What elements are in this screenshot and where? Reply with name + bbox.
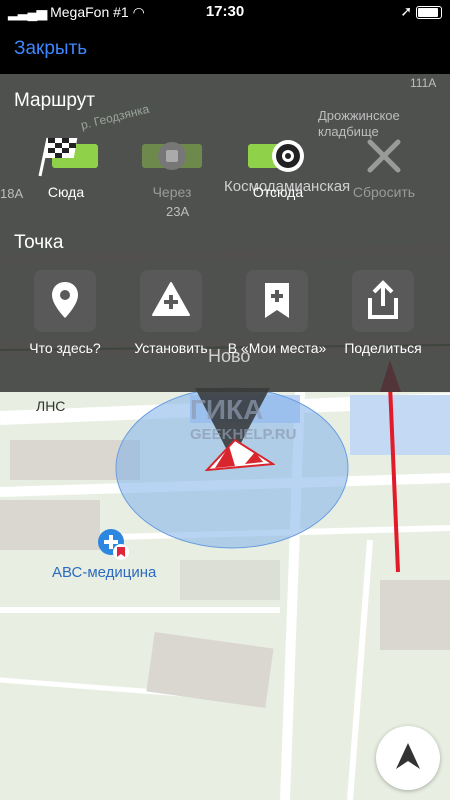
location-arrow-icon: ➚	[400, 3, 413, 19]
bookmark-add-icon	[262, 280, 292, 323]
watermark-url: GEEKHELP.RU	[190, 426, 297, 443]
route-reset-button[interactable]: Сбросить	[334, 134, 434, 200]
what-here-label: Что здесь?	[29, 340, 101, 356]
share-label: Поделиться	[344, 340, 422, 356]
route-reset-label: Сбросить	[352, 184, 416, 200]
close-button[interactable]: Закрыть	[14, 38, 87, 60]
close-icon	[334, 134, 434, 178]
route-via-button[interactable]: Через	[122, 134, 222, 200]
watermark-text: ГИКА	[190, 394, 264, 425]
map-label-lns: ЛНС	[36, 398, 66, 414]
route-to-here-label: Сюда	[47, 184, 85, 200]
route-from-here-label: Отсюда	[252, 184, 304, 200]
map-label-111a: 111А	[410, 76, 437, 90]
route-section-title: Маршрут	[14, 90, 95, 111]
route-via-label: Через	[152, 184, 192, 200]
set-place-button[interactable]: Установить	[116, 270, 226, 357]
share-button[interactable]: Поделиться	[328, 270, 438, 357]
add-to-my-places-label: В «Мои места»	[227, 340, 327, 356]
status-bar: ▂▃▄▅ MegaFon #1 ◠ 17:30 ➚	[0, 0, 450, 24]
set-place-label: Установить	[134, 340, 208, 356]
route-to-here-button[interactable]: Сюда	[16, 134, 116, 200]
start-point-icon	[228, 134, 328, 178]
share-icon	[366, 279, 400, 323]
route-from-here-button[interactable]: Отсюда	[228, 134, 328, 200]
map-label-23a: 23А	[166, 204, 190, 219]
add-to-my-places-button[interactable]: В «Мои места»	[222, 270, 332, 357]
checkered-flag-icon	[16, 134, 116, 178]
locate-me-button[interactable]	[376, 726, 440, 790]
action-panel: р. Геодзянка Дрожжинское кладбище 111А 1…	[0, 74, 450, 392]
navigation-arrow-icon	[394, 741, 422, 776]
top-bar: Закрыть	[0, 24, 450, 74]
via-point-icon	[122, 134, 222, 178]
status-time: 17:30	[205, 3, 245, 20]
map-label-clinic[interactable]: АВС-медицина	[52, 564, 156, 581]
point-section-title: Точка	[14, 232, 64, 253]
battery-icon	[416, 5, 442, 19]
status-right-icons: ➚	[400, 3, 442, 20]
map-pin-icon	[50, 280, 80, 323]
add-place-icon	[151, 281, 191, 322]
what-here-button[interactable]: Что здесь?	[10, 270, 120, 357]
